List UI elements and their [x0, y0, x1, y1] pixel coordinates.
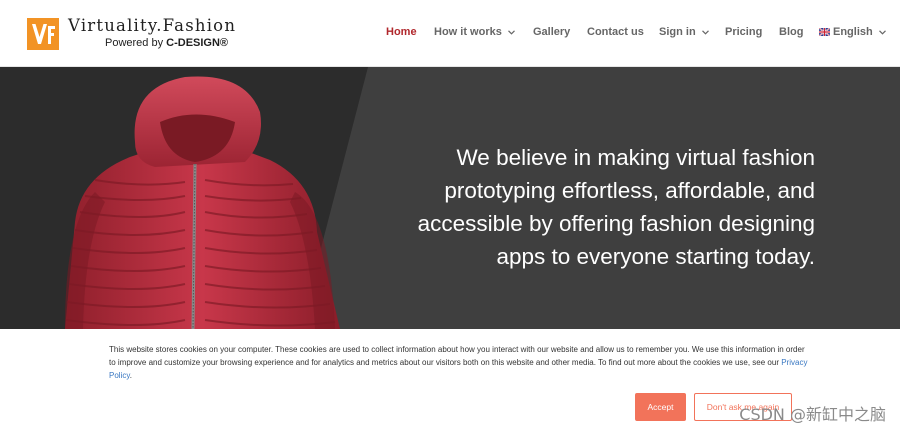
chevron-down-icon [507, 29, 515, 35]
nav-language[interactable]: English [819, 26, 886, 38]
red-puffer-jacket-image [65, 76, 340, 329]
cookie-banner: This website stores cookies on your comp… [0, 329, 900, 435]
cookie-message: This website stores cookies on your comp… [109, 343, 809, 383]
nav-gallery-label: Gallery [533, 26, 571, 38]
hero-section: We believe in making virtual fashion pro… [0, 67, 900, 329]
cookie-message-text: This website stores cookies on your comp… [109, 345, 805, 368]
nav-pricing[interactable]: Pricing [725, 26, 762, 38]
nav-gallery[interactable]: Gallery [533, 26, 570, 38]
watermark-text: CSDN @新缸中之脑 [739, 405, 886, 424]
site-header: Virtuality.Fashion Powered by C-DESIGN® … [0, 0, 900, 67]
chevron-down-icon [701, 29, 709, 35]
nav-sign-in-label: Sign in [659, 26, 696, 38]
accept-cookies-button[interactable]: Accept [635, 393, 686, 421]
cookie-message-end: . [129, 371, 132, 381]
nav-sign-in[interactable]: Sign in [659, 26, 709, 38]
hero-headline: We believe in making virtual fashion pro… [417, 145, 815, 269]
nav-language-label: English [833, 26, 873, 38]
nav-home-label: Home [386, 26, 417, 38]
chevron-down-icon [878, 29, 886, 35]
main-nav: Home How it works Gallery Contact us Sig… [0, 26, 900, 42]
nav-home[interactable]: Home [386, 26, 417, 38]
nav-how-it-works[interactable]: How it works [434, 26, 515, 38]
nav-contact-us[interactable]: Contact us [587, 26, 644, 38]
nav-blog-label: Blog [779, 26, 804, 38]
nav-how-it-works-label: How it works [434, 26, 502, 38]
nav-pricing-label: Pricing [725, 26, 763, 38]
nav-contact-us-label: Contact us [587, 26, 644, 38]
nav-blog[interactable]: Blog [779, 26, 803, 38]
uk-flag-icon [819, 28, 830, 36]
